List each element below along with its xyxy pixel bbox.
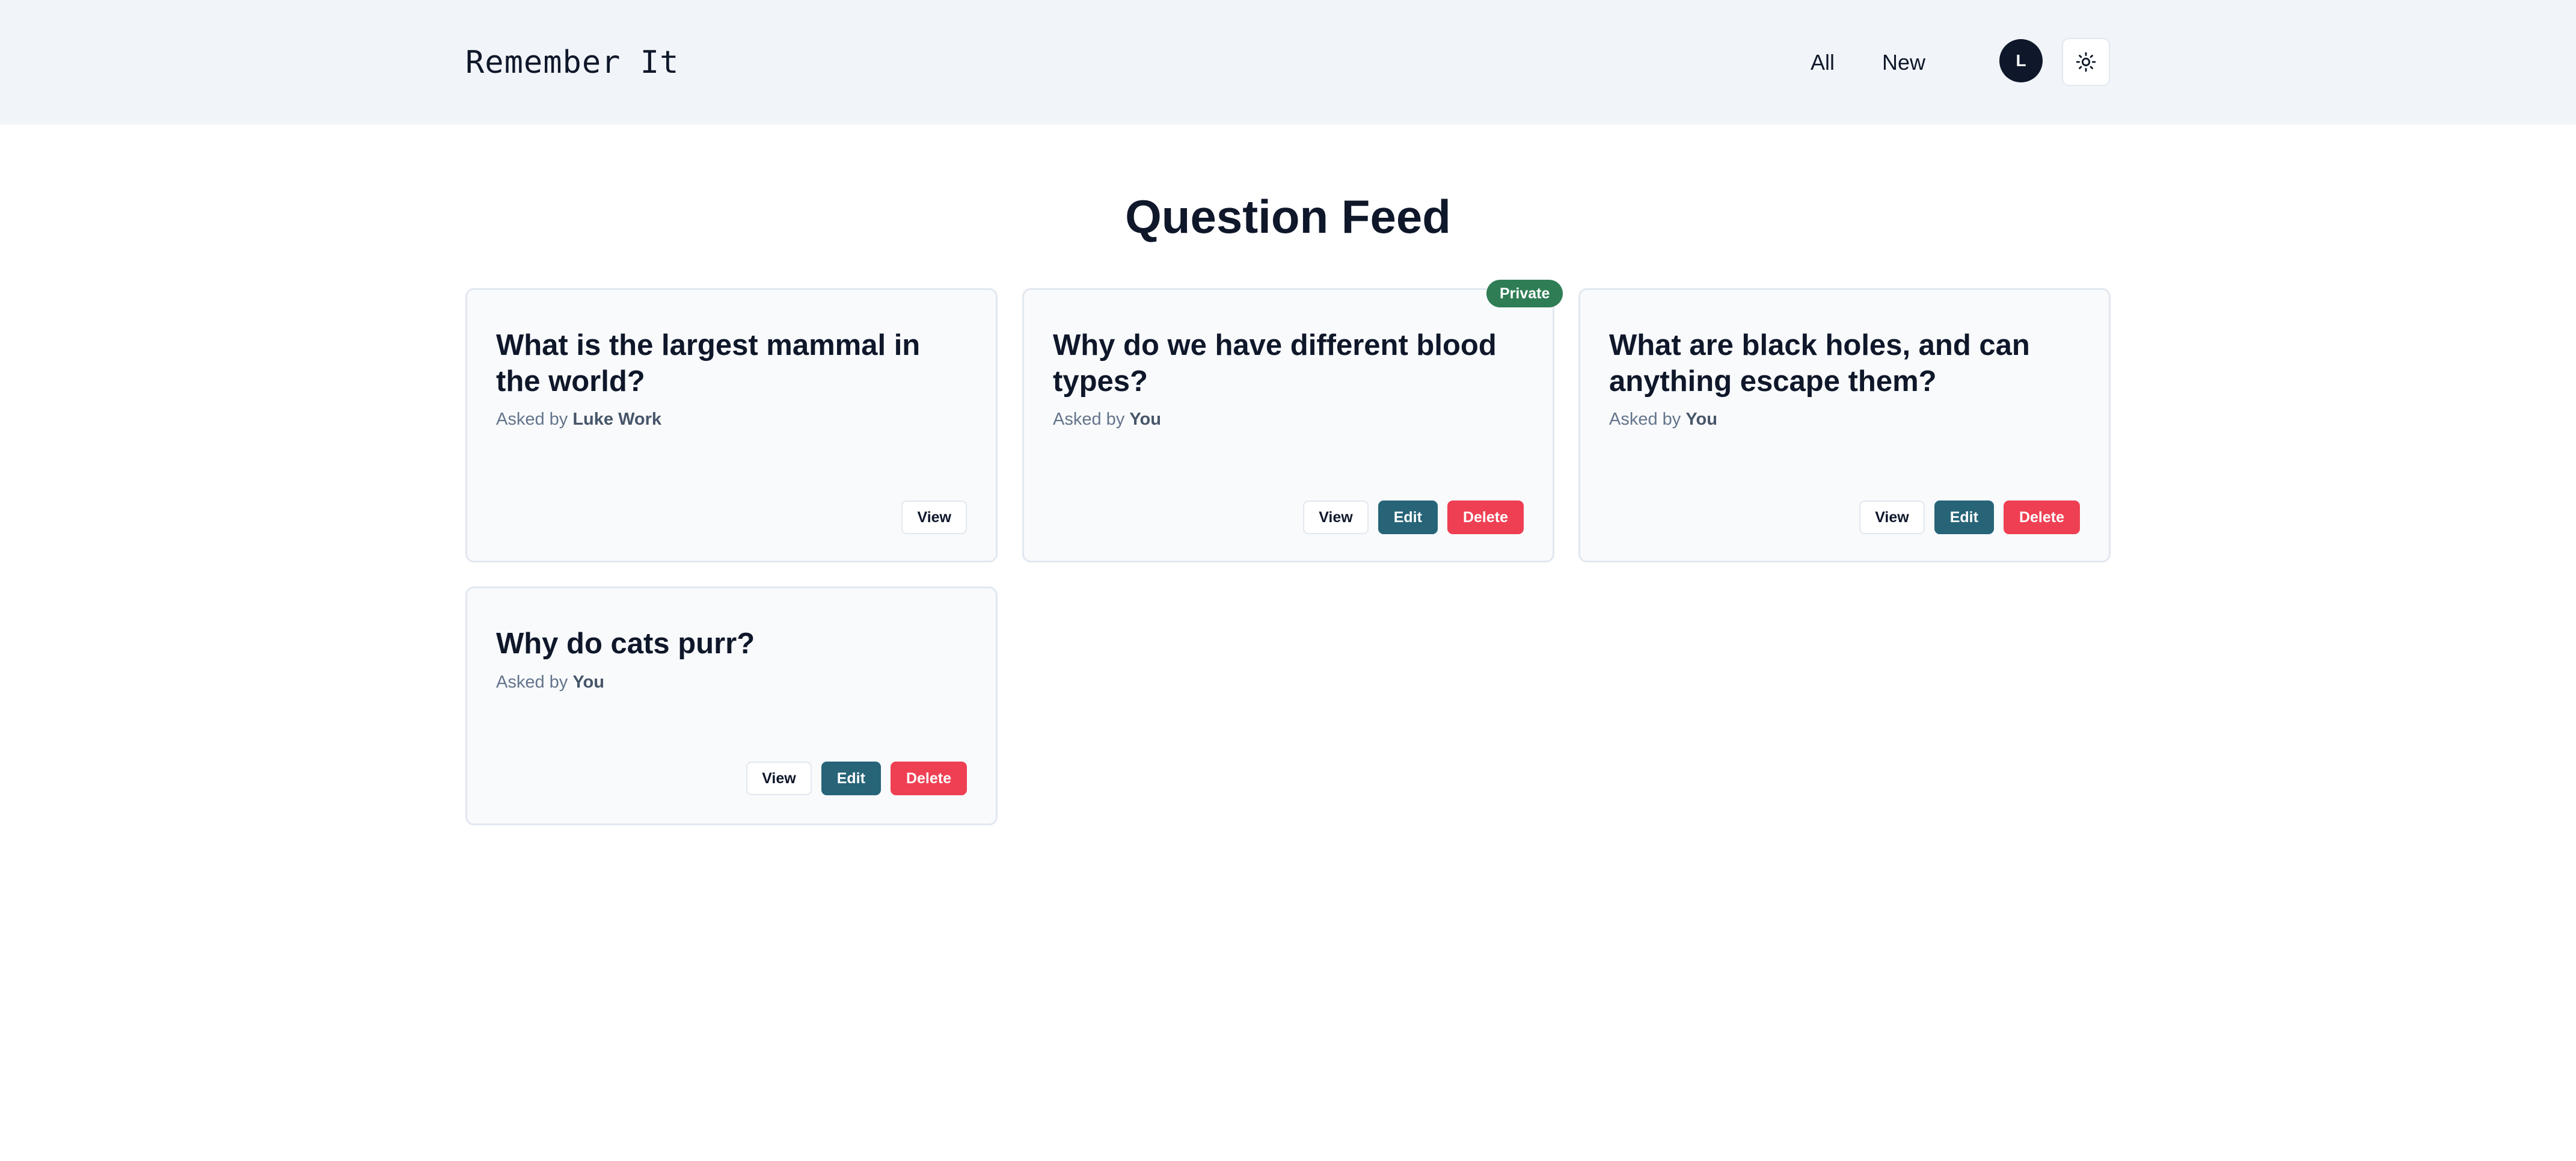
nav-link-all[interactable]: All bbox=[1811, 49, 1835, 76]
question-title: Why do we have different blood types? bbox=[1053, 329, 1497, 398]
theme-toggle-button[interactable] bbox=[2062, 38, 2110, 86]
card-actions: View bbox=[901, 500, 967, 534]
asked-by-prefix: Asked by bbox=[496, 410, 573, 429]
edit-button[interactable]: Edit bbox=[821, 762, 881, 795]
author-name: You bbox=[1129, 410, 1161, 429]
asked-by-prefix: Asked by bbox=[1053, 410, 1130, 429]
app-logo[interactable]: Remember It bbox=[465, 43, 679, 82]
card-actions: View Edit Delete bbox=[1859, 500, 2080, 534]
question-card: What is the largest mammal in the world?… bbox=[465, 288, 998, 562]
card-actions: View Edit Delete bbox=[746, 762, 967, 795]
view-button[interactable]: View bbox=[901, 500, 967, 534]
view-button[interactable]: View bbox=[1859, 500, 1925, 534]
page-title: Question Feed bbox=[1125, 190, 1451, 243]
question-card: Why do cats purr? Asked by You View Edit… bbox=[465, 587, 998, 825]
view-button[interactable]: View bbox=[1303, 500, 1369, 534]
question-title: Why do cats purr? bbox=[496, 627, 755, 660]
nav-link-new[interactable]: New bbox=[1882, 49, 1925, 76]
delete-button[interactable]: Delete bbox=[1447, 500, 1524, 534]
question-card: What are black holes, and can anything e… bbox=[1578, 288, 2111, 562]
sun-icon bbox=[2076, 52, 2096, 72]
asked-by-prefix: Asked by bbox=[1609, 410, 1686, 429]
private-badge: Private bbox=[1486, 280, 1563, 307]
top-nav-bar: Remember It All New L bbox=[0, 0, 2576, 125]
author-name: You bbox=[572, 673, 604, 692]
edit-button[interactable]: Edit bbox=[1934, 500, 1994, 534]
asked-by-text: Asked by You bbox=[496, 671, 604, 693]
user-avatar[interactable]: L bbox=[1999, 39, 2043, 82]
delete-button[interactable]: Delete bbox=[2003, 500, 2080, 534]
view-button[interactable]: View bbox=[746, 762, 812, 795]
author-name: Luke Work bbox=[572, 410, 662, 429]
question-title: What is the largest mammal in the world? bbox=[496, 329, 921, 398]
question-card: Why do we have different blood types? As… bbox=[1022, 288, 1554, 562]
asked-by-prefix: Asked by bbox=[496, 673, 573, 692]
avatar-initial: L bbox=[2016, 51, 2026, 70]
asked-by-text: Asked by You bbox=[1053, 408, 1161, 430]
question-title: What are black holes, and can anything e… bbox=[1609, 329, 2030, 398]
delete-button[interactable]: Delete bbox=[890, 762, 967, 795]
author-name: You bbox=[1685, 410, 1717, 429]
asked-by-text: Asked by You bbox=[1609, 408, 1717, 430]
asked-by-text: Asked by Luke Work bbox=[496, 408, 661, 430]
edit-button[interactable]: Edit bbox=[1378, 500, 1438, 534]
card-actions: View Edit Delete bbox=[1303, 500, 1524, 534]
